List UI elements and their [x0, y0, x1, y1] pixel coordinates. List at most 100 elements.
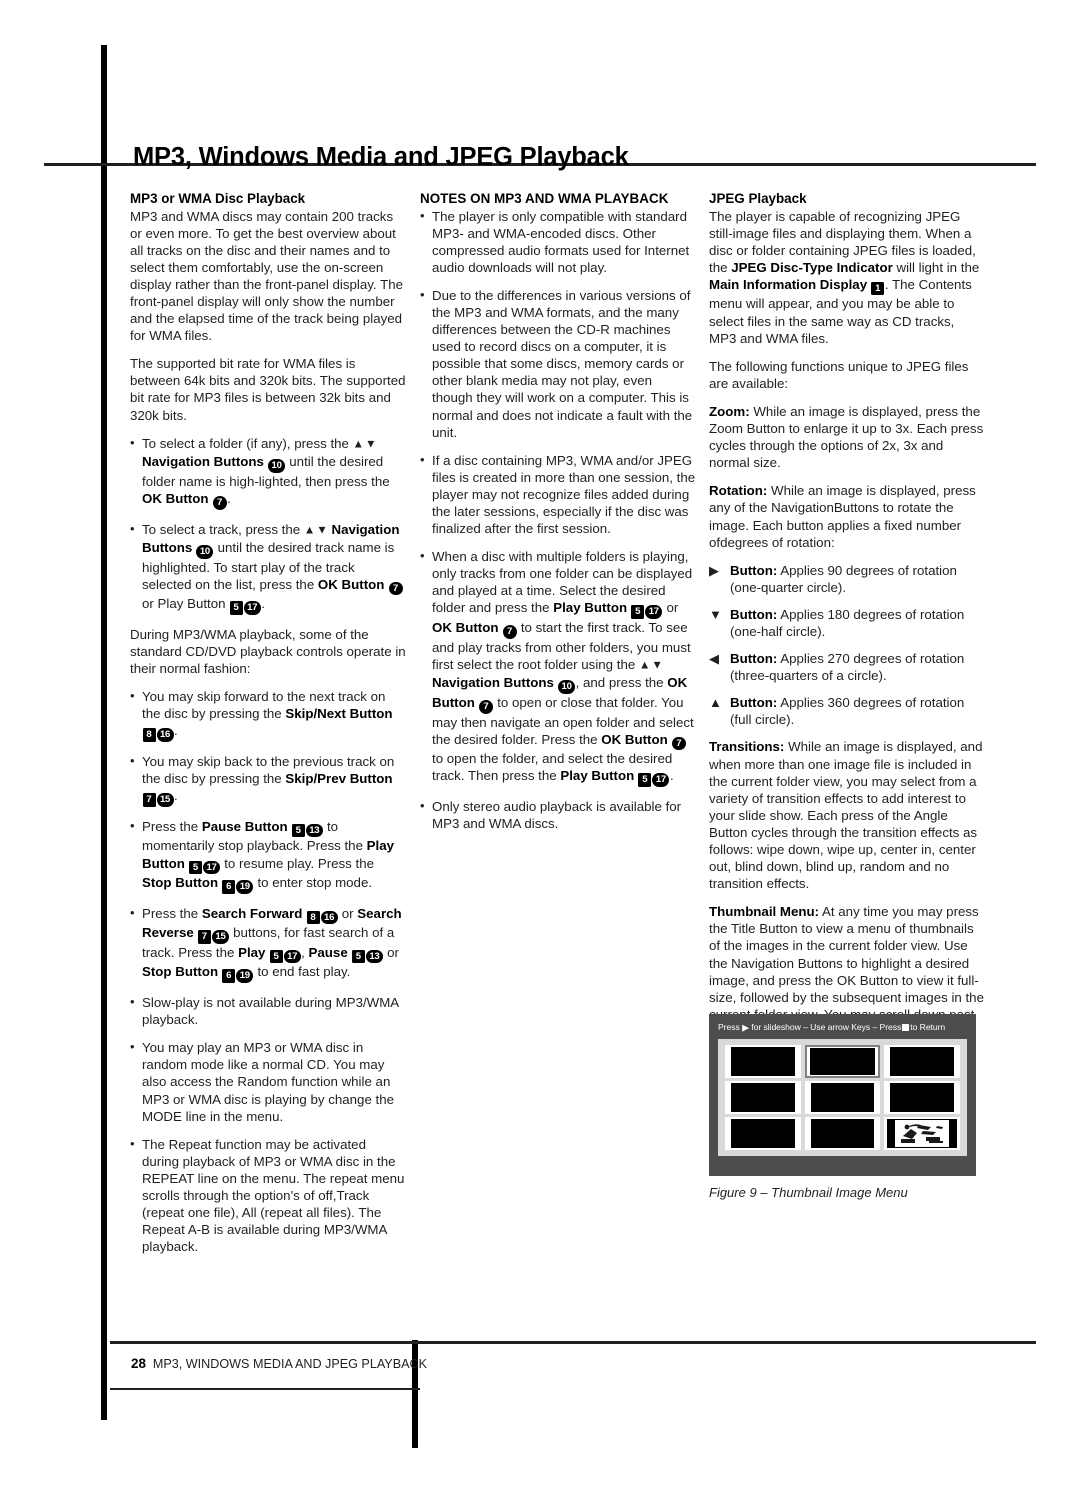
- label-pause: Pause: [308, 944, 348, 960]
- thumbnail-cell-photo[interactable]: [884, 1116, 960, 1150]
- badge-17: 17: [283, 949, 301, 964]
- up-arrow-icon: ▲: [709, 695, 722, 711]
- list-item-search: Press the Search Forward 816 or Search R…: [130, 904, 406, 984]
- label-transitions: Transitions:: [709, 739, 785, 755]
- badge-19: 19: [236, 880, 254, 894]
- badge-13: 13: [305, 823, 323, 838]
- thumbnail-cell[interactable]: [804, 1080, 881, 1114]
- label-skip-prev-button: Skip/Prev Button: [285, 771, 393, 787]
- note-item-format-differences: Due to the differences in various versio…: [420, 286, 696, 441]
- figure-caption: Figure 9 – Thumbnail Image Menu: [709, 1185, 908, 1200]
- text-select-track-e: or Play Button: [142, 596, 230, 612]
- heading-notes-on-mp3-wma: NOTES ON MP3 AND WMA PLAYBACK: [420, 191, 669, 206]
- badge-5: 5: [291, 823, 305, 838]
- badge-17: 17: [652, 773, 670, 787]
- thumbnail-cell[interactable]: [884, 1080, 960, 1114]
- list-item-skip-prev: You may skip back to the previous track …: [130, 752, 406, 807]
- badge-1: 1: [871, 281, 885, 296]
- label-play: Play: [238, 944, 266, 960]
- thumbnail-image: [810, 1082, 875, 1112]
- text-search-g: ,: [301, 944, 309, 960]
- paragraph-jpeg-intro: The player is capable of recognizing JPE…: [709, 208, 985, 347]
- thumbnail-cell[interactable]: [725, 1044, 801, 1078]
- down-arrow-icon: ▼: [651, 659, 663, 672]
- label-ok-button: OK Button: [142, 490, 209, 506]
- thumbnail-image: [731, 1082, 795, 1112]
- badge-8: 8: [306, 910, 320, 925]
- list-item-pause-play-stop: Press the Pause Button 513 to momentaril…: [130, 817, 406, 894]
- thumbnail-image: [731, 1046, 795, 1076]
- down-arrow-icon: ▼: [709, 606, 722, 622]
- text-pause-g: to enter stop mode.: [253, 875, 373, 891]
- paragraph-jpeg-functions-intro: The following functions unique to JPEG f…: [709, 358, 969, 391]
- thumbnail-image: [731, 1118, 795, 1148]
- text-search-a: Press the: [142, 905, 202, 921]
- label-ok-button: OK Button: [601, 731, 668, 747]
- label-stop-button: Stop Button: [142, 875, 219, 891]
- thumbnail-image: [890, 1082, 954, 1112]
- label-search-forward: Search Forward: [201, 905, 303, 921]
- text-folders-c: or: [662, 600, 679, 616]
- badge-7: 7: [479, 699, 494, 714]
- column-one: MP3 or WMA Disc Playback MP3 and WMA dis…: [130, 190, 406, 1266]
- text-pause-a: Press the: [142, 818, 202, 834]
- thumbnail-cell[interactable]: [725, 1080, 801, 1114]
- down-arrow-icon: ▼: [365, 438, 377, 451]
- left-arrow-icon: ◀: [709, 651, 719, 667]
- label-button: Button:: [730, 606, 778, 622]
- paragraph-transitions: Transitions: While an image is displayed…: [709, 738, 985, 892]
- photo-illustration-icon: [895, 1119, 950, 1147]
- badge-16: 16: [320, 910, 338, 925]
- badge-5: 5: [189, 860, 203, 875]
- badge-19: 19: [236, 969, 254, 984]
- list-item-select-track: To select a track, press the ▲ ▼ Navigat…: [130, 519, 406, 615]
- label-navigation-buttons: Navigation Buttons: [432, 675, 554, 691]
- thumbnail-cell-selected[interactable]: [804, 1044, 881, 1078]
- badge-7: 7: [212, 495, 227, 510]
- column-two: NOTES ON MP3 AND WMA PLAYBACK The player…: [420, 190, 696, 843]
- thumbnail-cell[interactable]: [804, 1116, 881, 1150]
- label-ok-button: OK Button: [432, 620, 499, 636]
- list-item-repeat: The Repeat function may be activated dur…: [130, 1135, 406, 1256]
- label-play-button: Play Button: [553, 600, 628, 616]
- badge-10: 10: [268, 459, 286, 473]
- badge-5: 5: [229, 601, 243, 615]
- figure-banner-text: Press ▶ for slideshow – Use arrow Keys –…: [718, 1022, 967, 1034]
- badge-17: 17: [645, 605, 663, 620]
- badge-5: 5: [351, 949, 365, 964]
- thumbnail-image-photo: [887, 1118, 957, 1148]
- footer-section-title: MP3, WINDOWS MEDIA AND JPEG PLAYBACK: [152, 1357, 427, 1371]
- badge-5: 5: [269, 949, 283, 964]
- badge-8: 8: [142, 728, 156, 743]
- label-pause-button: Pause Button: [201, 818, 288, 834]
- footer-page-number: 28: [131, 1356, 146, 1371]
- left-margin-rule: [101, 45, 107, 1420]
- badge-15: 15: [156, 793, 174, 807]
- text-select-track-f: .: [261, 596, 265, 612]
- text-search-c: or: [338, 905, 358, 921]
- figure-thumbnail-image-menu: Press ▶ for slideshow – Use arrow Keys –…: [709, 1014, 976, 1200]
- stop-square-icon: [902, 1023, 910, 1031]
- label-button: Button:: [730, 695, 778, 711]
- paragraph-bitrate: The supported bit rate for WMA files is …: [130, 356, 406, 423]
- label-play-button: Play Button: [560, 768, 635, 784]
- label-ok-button: OK Button: [317, 576, 385, 592]
- text-folders-g: , and press the: [575, 675, 668, 691]
- note-item-multiple-folders: When a disc with multiple folders is pla…: [420, 547, 696, 787]
- text-search-k: to end fast play.: [253, 964, 351, 980]
- rotation-item-90: ▶ Button: Applies 90 degrees of rotation …: [709, 562, 985, 596]
- list-item-skip-next: You may skip forward to the next track o…: [130, 687, 406, 743]
- label-main-information-display: Main Information Display: [709, 276, 868, 292]
- text-transitions: While an image is displayed, and when mo…: [709, 739, 983, 892]
- rotation-item-360: ▲ Button: Applies 360 degrees of rotation…: [709, 694, 985, 728]
- text-select-folder-a: To select a folder (if any), press the: [142, 435, 353, 451]
- thumbnail-cell[interactable]: [884, 1044, 960, 1078]
- thumbnail-cell[interactable]: [725, 1116, 801, 1150]
- label-button: Button:: [730, 562, 778, 578]
- label-navigation-buttons: Navigation Buttons: [142, 454, 264, 470]
- text-search-i: or: [383, 944, 399, 960]
- paragraph-zoom: Zoom: While an image is displayed, press…: [709, 403, 985, 471]
- up-arrow-icon: ▲: [303, 524, 316, 536]
- badge-6: 6: [222, 969, 236, 984]
- list-item-random-mode: You may play an MP3 or WMA disc in rando…: [130, 1038, 406, 1124]
